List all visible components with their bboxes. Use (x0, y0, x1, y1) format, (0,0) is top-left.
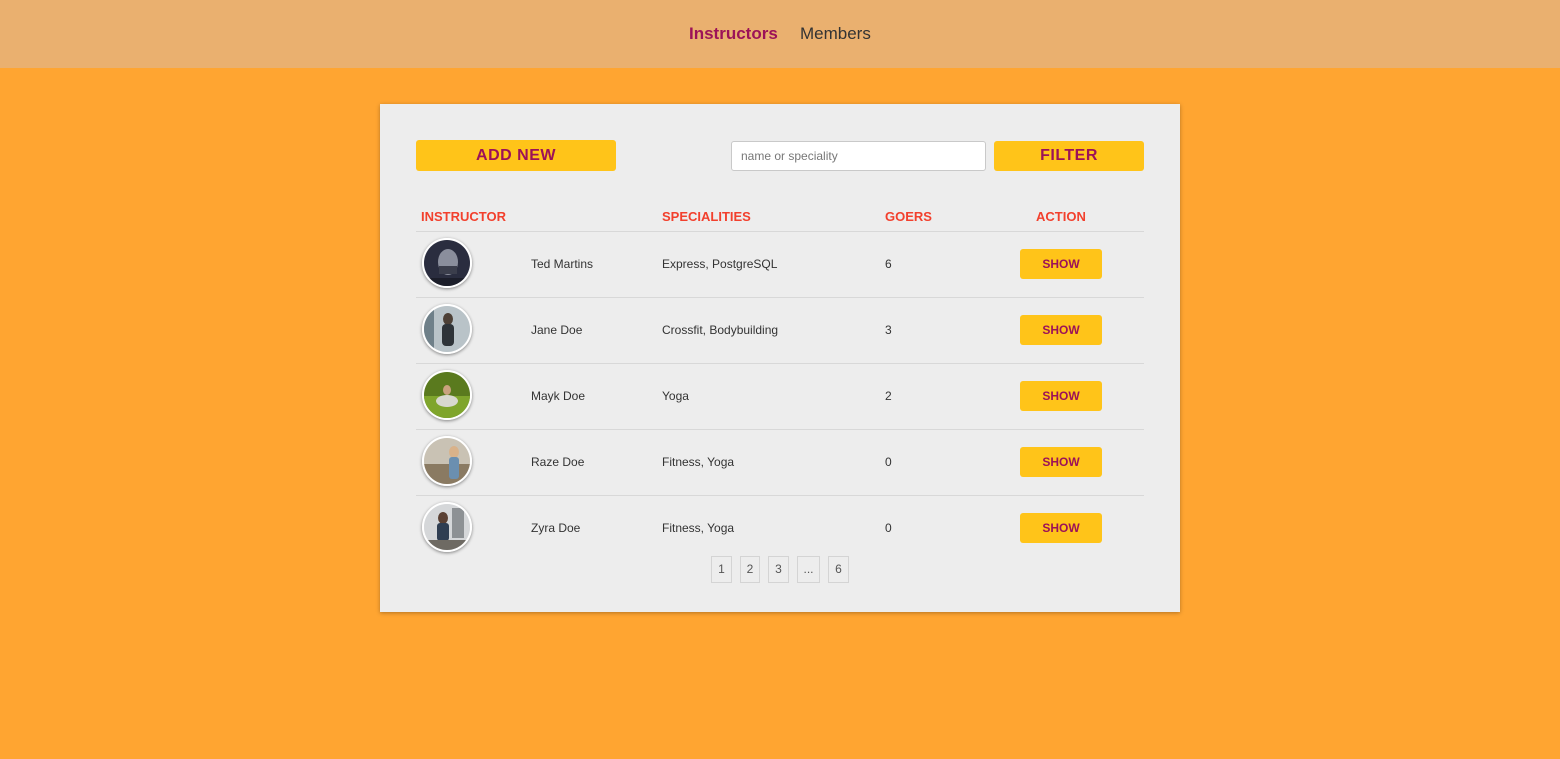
table-row: Raze Doe Fitness, Yoga 0 SHOW (416, 429, 1144, 495)
table-row: Zyra Doe Fitness, Yoga 0 SHOW (416, 495, 1144, 561)
add-new-button[interactable]: ADD NEW (416, 140, 616, 171)
avatar (422, 238, 472, 288)
avatar (422, 502, 472, 552)
pagination: 1 2 3 ... 6 (380, 556, 1180, 583)
avatar (422, 436, 472, 486)
instructor-specialities: Fitness, Yoga (662, 455, 735, 469)
table-row: Jane Doe Crossfit, Bodybuilding 3 SHOW (416, 297, 1144, 363)
instructor-name: Ted Martins (531, 257, 594, 271)
instructor-specialities: Yoga (662, 389, 689, 403)
instructor-goers: 6 (885, 257, 892, 271)
instructors-card: ADD NEW FILTER INSTRUCTOR SPECIALITIES G… (380, 104, 1180, 612)
filter-button[interactable]: FILTER (994, 141, 1144, 171)
instructor-name: Jane Doe (531, 323, 583, 337)
instructor-specialities: Express, PostgreSQL (662, 257, 778, 271)
page-ellipsis: ... (797, 556, 820, 583)
instructor-goers: 0 (885, 521, 892, 535)
page-link-3[interactable]: 3 (768, 556, 789, 583)
top-navbar: Instructors Members (0, 0, 1560, 68)
instructor-name: Zyra Doe (531, 521, 581, 535)
page-link-6[interactable]: 6 (828, 556, 849, 583)
column-header-goers: GOERS (885, 209, 932, 224)
show-button[interactable]: SHOW (1020, 447, 1102, 477)
show-button[interactable]: SHOW (1020, 315, 1102, 345)
instructor-goers: 3 (885, 323, 892, 337)
show-button[interactable]: SHOW (1020, 381, 1102, 411)
column-header-specialities: SPECIALITIES (662, 209, 751, 224)
search-input[interactable] (731, 141, 986, 171)
column-header-instructor: INSTRUCTOR (421, 209, 506, 224)
column-header-action: ACTION (1036, 209, 1086, 224)
table-row: Mayk Doe Yoga 2 SHOW (416, 363, 1144, 429)
avatar (422, 304, 472, 354)
page-link-1[interactable]: 1 (711, 556, 732, 583)
instructor-goers: 0 (885, 455, 892, 469)
instructor-specialities: Fitness, Yoga (662, 521, 735, 535)
show-button[interactable]: SHOW (1020, 249, 1102, 279)
instructor-name: Mayk Doe (531, 389, 586, 403)
table-row: Ted Martins Express, PostgreSQL 6 SHOW (416, 231, 1144, 297)
nav-members-link[interactable]: Members (800, 24, 871, 44)
avatar (422, 370, 472, 420)
show-button[interactable]: SHOW (1020, 513, 1102, 543)
instructor-goers: 2 (885, 389, 892, 403)
instructor-specialities: Crossfit, Bodybuilding (662, 323, 779, 337)
page-link-2[interactable]: 2 (740, 556, 760, 583)
instructor-name: Raze Doe (531, 455, 585, 469)
nav-instructors-link[interactable]: Instructors (689, 24, 778, 44)
